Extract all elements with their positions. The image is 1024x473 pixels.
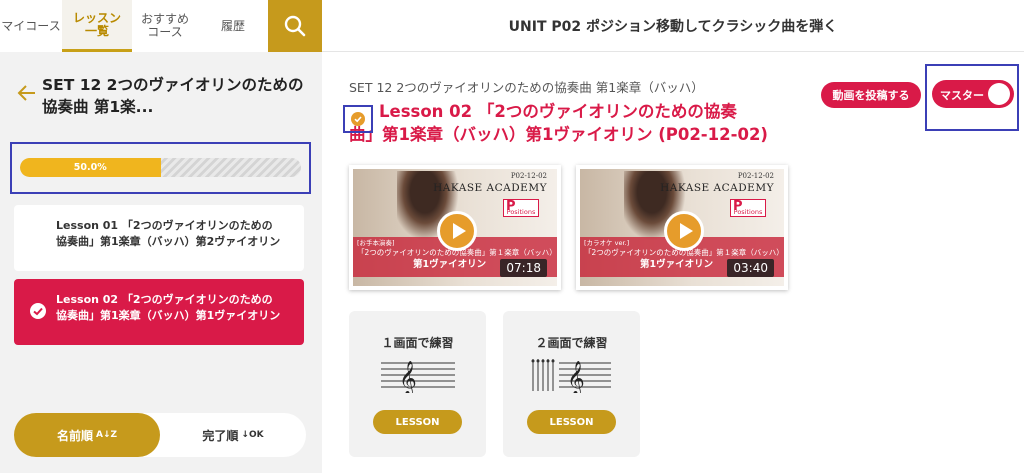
positions-logo: P Positions (730, 199, 766, 217)
lesson-item-01[interactable]: Lesson 01 「2つのヴァイオリンのための 協奏曲」第1楽章（バッハ）第2… (14, 205, 304, 271)
tab-lessons-label-1: レッスン (72, 10, 121, 25)
academy-logo-text: HAKASE ACADEMY (660, 182, 774, 194)
search-icon (284, 15, 306, 37)
practice-single-title: １画面で練習 (381, 336, 454, 350)
split-sheet-music-icon: 𝄞 (531, 359, 611, 393)
tab-lessons-label-2: 一覧 (84, 23, 109, 38)
sort-by-name-label: 名前順 (56, 428, 93, 443)
tab-recommend-label-1: おすすめ (140, 12, 189, 26)
unit-header: UNIT P02 ポジション移動してクラシック曲を弾く (322, 0, 1024, 52)
lesson-item-01-line2: 協奏曲」第1楽章（バッハ）第2ヴァイオリン (56, 235, 281, 248)
video-card-karaoke[interactable]: P02-12-02 HAKASE ACADEMY P Positions [カラオ… (576, 165, 788, 290)
master-toggle[interactable]: マスター (932, 80, 1014, 108)
lesson-item-01-line1: Lesson 01 「2つのヴァイオリンのための (56, 219, 273, 232)
sort-by-completion-label: 完了順 (202, 428, 239, 443)
sort-switch: 名前順 A↓Z 完了順 ↓OK (14, 413, 306, 457)
sidebar: SET 12 2つのヴァイオリンのための協奏曲 第1楽... 50.0% Les… (0, 52, 322, 473)
tab-history-label: 履歴 (220, 18, 245, 33)
search-button[interactable] (268, 0, 322, 52)
sort-by-name-button[interactable]: 名前順 A↓Z (14, 413, 160, 457)
video-code: P02-12-02 (737, 172, 774, 180)
lesson-button-dual[interactable]: LESSON (527, 410, 616, 434)
completed-check-icon[interactable] (351, 112, 365, 126)
practice-dual-title: ２画面で練習 (535, 336, 608, 350)
top-nav: マイコース レッスン 一覧 おすすめ コース 履歴 (0, 0, 322, 52)
progress-bar: 50.0% (20, 158, 301, 177)
check-icon (30, 303, 46, 319)
tab-recommend[interactable]: おすすめ コース (132, 0, 198, 52)
master-highlight: マスター (925, 64, 1019, 131)
tab-mycourse-label: マイコース (1, 18, 61, 33)
sort-az-icon: A↓Z (95, 429, 118, 440)
lesson-title-line2: 曲」第1楽章（バッハ）第1ヴァイオリン (P02-12-02) (349, 125, 768, 144)
academy-logo-text: HAKASE ACADEMY (433, 182, 547, 194)
sort-ok-icon: ↓OK (241, 429, 264, 440)
post-video-button[interactable]: 動画を投稿する (821, 82, 921, 108)
back-arrow-icon[interactable] (16, 82, 38, 104)
positions-logo: P Positions (503, 199, 539, 217)
progress-label: 50.0% (73, 162, 107, 173)
lesson-item-02-line2: 協奏曲」第1楽章（バッハ）第1ヴァイオリン (56, 309, 281, 322)
svg-text:𝄞: 𝄞 (399, 361, 417, 393)
tab-lessons[interactable]: レッスン 一覧 (62, 0, 132, 52)
lesson-item-02-line1: Lesson 02 「2つのヴァイオリンのための (56, 293, 273, 306)
unit-title: UNIT P02 ポジション移動してクラシック曲を弾く (508, 18, 838, 35)
tab-mycourse[interactable]: マイコース (0, 0, 62, 52)
tab-recommend-label-2: コース (147, 25, 183, 39)
lesson-button-single[interactable]: LESSON (373, 410, 462, 434)
tab-history[interactable]: 履歴 (198, 0, 268, 52)
video-duration: 03:40 (727, 259, 774, 277)
sort-by-completion-button[interactable]: 完了順 ↓OK (160, 413, 306, 457)
play-icon[interactable] (437, 211, 477, 251)
video-thumbnail: P02-12-02 HAKASE ACADEMY P Positions [お手本… (353, 169, 557, 286)
video-duration: 07:18 (500, 259, 547, 277)
svg-text:𝄞: 𝄞 (567, 361, 585, 393)
lesson-item-02[interactable]: Lesson 02 「2つのヴァイオリンのための 協奏曲」第1楽章（バッハ）第1… (14, 279, 304, 345)
sheet-music-icon: 𝄞 (381, 361, 455, 393)
video-thumbnail: P02-12-02 HAKASE ACADEMY P Positions [カラオ… (580, 169, 784, 286)
set-title: SET 12 2つのヴァイオリンのための協奏曲 第1楽... (42, 76, 304, 116)
lesson-title-line1: Lesson 02 「2つのヴァイオリンのための協奏 (379, 102, 737, 121)
progress-fill: 50.0% (20, 158, 161, 177)
lesson-title: Lesson 02 「2つのヴァイオリンのための協奏 曲」第1楽章（バッハ）第1… (349, 100, 849, 146)
master-toggle-label: マスター (940, 89, 984, 102)
practice-dual-screen-card: ２画面で練習 𝄞 LESSON (503, 311, 640, 457)
video-card-model[interactable]: P02-12-02 HAKASE ACADEMY P Positions [お手本… (349, 165, 561, 290)
practice-single-screen-card: １画面で練習 𝄞 LESSON (349, 311, 486, 457)
toggle-knob (988, 83, 1010, 105)
breadcrumb: SET 12 2つのヴァイオリンのための協奏曲 第1楽章（バッハ） (349, 80, 704, 95)
play-icon[interactable] (664, 211, 704, 251)
completion-highlight (343, 105, 373, 133)
video-code: P02-12-02 (510, 172, 547, 180)
progress-highlight: 50.0% (10, 142, 311, 194)
